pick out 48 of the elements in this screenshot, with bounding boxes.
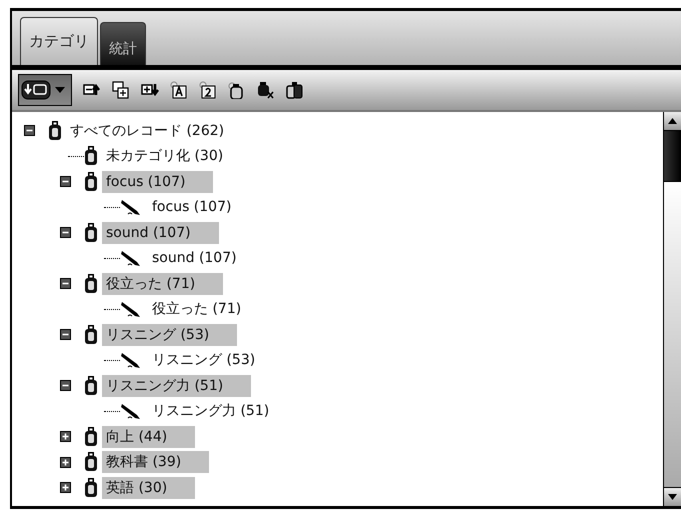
category-item[interactable]: リスニング (53) <box>102 324 238 346</box>
tag-item[interactable]: sound (107) <box>148 247 265 270</box>
bag-icon <box>48 120 62 141</box>
collapse-toggle-icon[interactable] <box>60 176 71 188</box>
caret-icon <box>55 87 65 93</box>
expand-toggle-icon[interactable] <box>60 431 71 442</box>
category-item[interactable]: 役立った (71) <box>102 272 224 295</box>
category-item[interactable]: 未カテゴリ化 (30) <box>102 145 252 168</box>
add-subitem-icon[interactable] <box>112 81 130 99</box>
tag-item[interactable]: focus (107) <box>148 196 260 218</box>
category-item[interactable]: リスニング力 (51) <box>102 374 252 397</box>
bag-icon <box>84 222 98 243</box>
expand-toggle-icon[interactable] <box>60 456 71 468</box>
category-item[interactable]: sound (107) <box>102 222 219 244</box>
category-item[interactable]: すべてのレコード (262) <box>66 120 252 142</box>
scrollbar[interactable] <box>663 112 681 506</box>
sort-dropdown[interactable] <box>18 74 72 106</box>
bag-icon <box>84 376 98 396</box>
collapse-toggle-icon[interactable] <box>24 125 35 136</box>
delete-bag-icon[interactable] <box>257 81 275 99</box>
scroll-down-icon[interactable] <box>664 487 681 506</box>
tab[interactable]: 統計 <box>100 22 146 65</box>
bag-icon <box>84 426 98 447</box>
tag-item[interactable]: リスニング (53) <box>148 349 284 372</box>
collapse-toggle-icon[interactable] <box>60 227 71 238</box>
bag-icon <box>84 452 98 472</box>
collapse-toggle-icon[interactable] <box>60 278 71 290</box>
sort-icon <box>21 80 51 100</box>
tab[interactable]: カテゴリ <box>20 17 98 65</box>
collapse-toggle-icon[interactable] <box>60 329 71 340</box>
new-bag-icon[interactable] <box>228 81 246 99</box>
bag-icon <box>84 274 98 294</box>
bag-group-icon[interactable] <box>286 81 304 99</box>
scroll-thumb[interactable] <box>664 131 681 181</box>
tag-item[interactable]: リスニング力 (51) <box>148 400 298 422</box>
category-item[interactable]: 英語 (30) <box>102 476 196 499</box>
category-item[interactable]: 教科書 (39) <box>102 451 210 474</box>
category-item[interactable]: focus (107) <box>102 170 214 193</box>
scroll-up-icon[interactable] <box>664 112 681 131</box>
bag-icon <box>84 172 98 192</box>
category-item[interactable]: 向上 (44) <box>102 426 196 448</box>
collapse-toggle-icon[interactable] <box>60 380 71 392</box>
number-icon[interactable] <box>199 81 217 99</box>
tag-item[interactable]: 役立った (71) <box>148 298 270 320</box>
bag-icon <box>84 478 98 498</box>
bag-icon <box>84 324 98 345</box>
rename-icon[interactable] <box>170 81 188 99</box>
expand-toggle-icon[interactable] <box>60 482 71 494</box>
